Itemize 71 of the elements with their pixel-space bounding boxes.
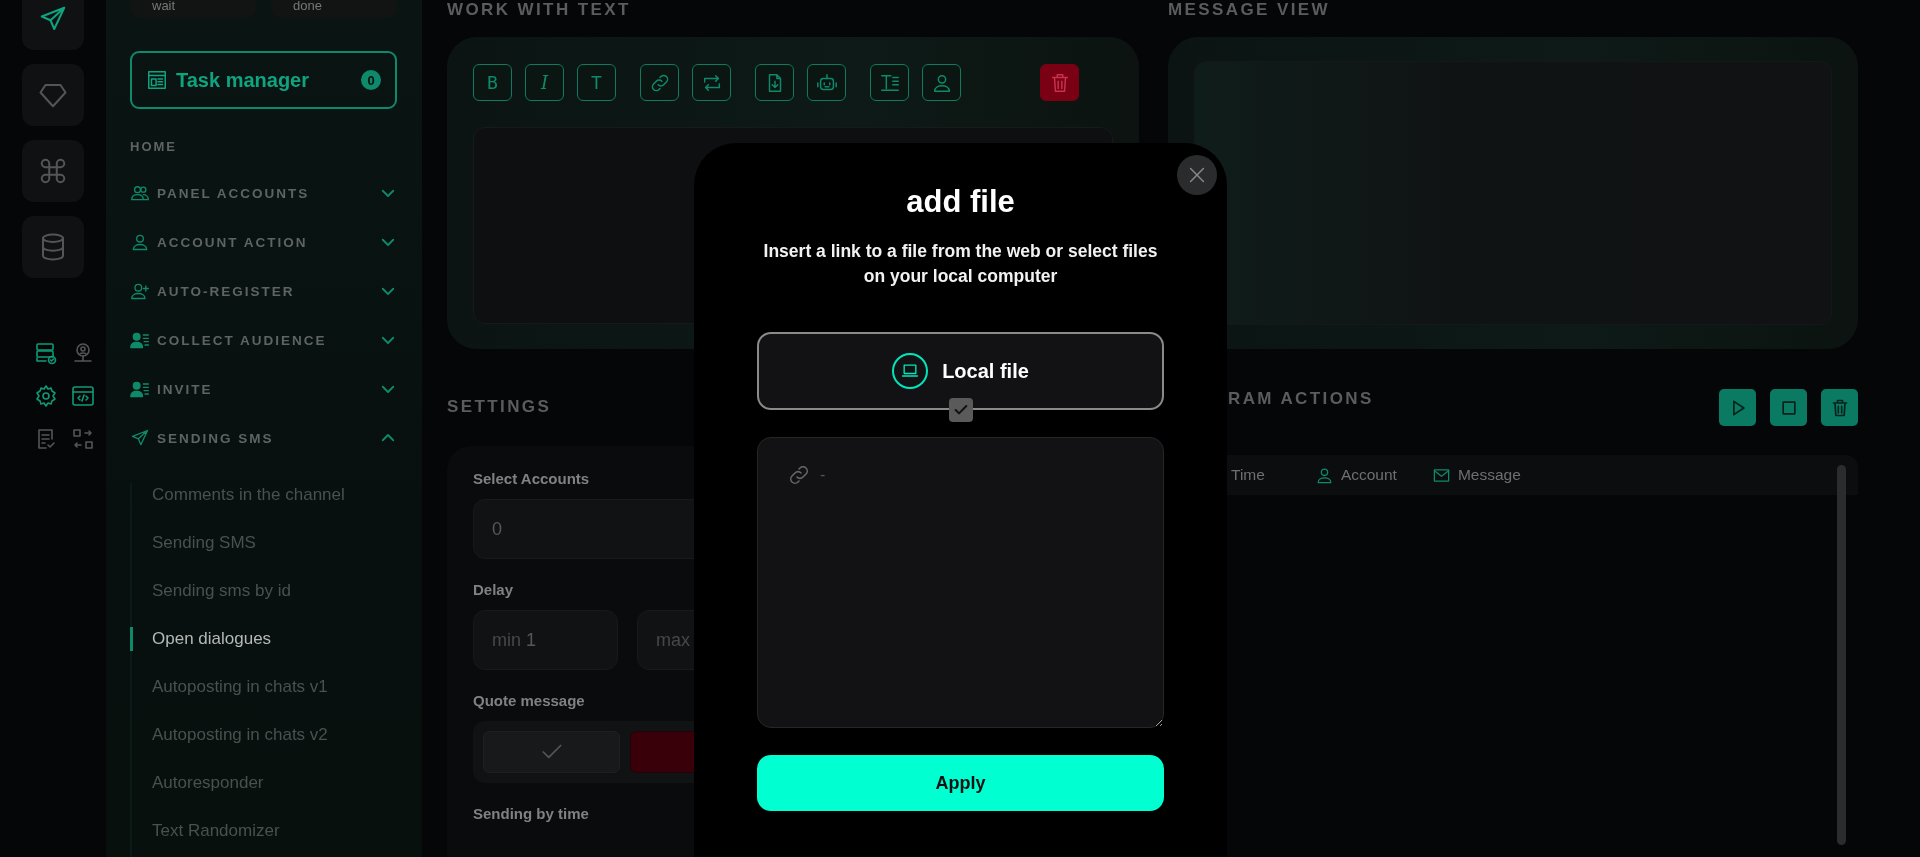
sidebar-item[interactable]: Sending sms by id (130, 579, 397, 603)
field-label: Delay (473, 581, 514, 598)
section-header[interactable]: COLLECT AUDIENCE (157, 332, 372, 348)
section-title: MESSAGE VIEW (1168, 0, 1330, 20)
user-icon[interactable] (71, 341, 95, 365)
home-link[interactable]: HOME (130, 139, 177, 154)
section-header[interactable]: PANEL ACCOUNTS (157, 185, 372, 201)
close-button[interactable] (1177, 155, 1217, 195)
field-label: Select Accounts (473, 470, 590, 487)
section-title: SETTINGS (447, 397, 552, 417)
laptop-icon (892, 353, 929, 389)
link-icon (787, 463, 811, 487)
count-badge: 0 (361, 70, 381, 90)
dialog-description: Insert a link to a file from the web or select files on your local computer (762, 240, 1159, 288)
format-button[interactable] (807, 64, 846, 101)
field-label: Sending by time (473, 805, 589, 822)
sidebar-item[interactable]: Autoposting in chats v2 (130, 723, 397, 747)
play-button[interactable] (1719, 389, 1756, 426)
settings-icon[interactable] (34, 384, 58, 408)
task-manager-button[interactable]: Task manager 0 (130, 51, 397, 109)
sidebar-item[interactable]: Autoresponder (130, 771, 397, 795)
section-header[interactable]: INVITE (157, 381, 372, 397)
stop-button[interactable] (1770, 389, 1807, 426)
rail-button[interactable] (22, 140, 84, 202)
delete-button[interactable] (1040, 64, 1079, 101)
sidebar-item[interactable]: Autoposting in chats v1 (130, 675, 397, 699)
section-header[interactable]: AUTO-REGISTER (157, 283, 372, 299)
server-icon[interactable] (34, 341, 58, 365)
scrollbar[interactable] (1837, 465, 1846, 845)
link-field[interactable]: - (757, 437, 1164, 728)
format-button[interactable] (640, 64, 679, 101)
send-icon (130, 428, 150, 448)
rail-button[interactable] (22, 216, 84, 278)
field-label: Quote message (473, 692, 585, 709)
column-header: Time (1231, 466, 1265, 484)
command-icon (38, 156, 68, 186)
task-icon (146, 69, 168, 91)
user-list-icon (130, 379, 150, 399)
apply-button[interactable]: Apply (757, 755, 1164, 811)
checkbox[interactable] (948, 398, 973, 422)
trash-button[interactable] (1821, 389, 1858, 426)
sidebar-item[interactable]: Sending SMS (130, 531, 397, 555)
format-button[interactable]: I (525, 64, 564, 101)
format-button[interactable] (692, 64, 731, 101)
sidebar-item[interactable]: Text Randomizer (130, 819, 397, 843)
status-field: done (271, 0, 397, 18)
column-header: Message (1457, 466, 1521, 484)
users-icon (130, 183, 150, 203)
user-icon (130, 232, 150, 252)
toggle-option[interactable] (483, 731, 620, 773)
section-header[interactable]: ACCOUNT ACTION (157, 234, 372, 250)
status-field: wait (130, 0, 256, 18)
column-header: Account (1340, 466, 1397, 484)
rail-button[interactable] (22, 0, 84, 50)
format-button[interactable]: B (473, 64, 512, 101)
format-button[interactable] (755, 64, 794, 101)
format-button[interactable] (870, 64, 909, 101)
dialog-title: add file (906, 183, 1015, 221)
format-button[interactable]: T (577, 64, 616, 101)
local-file-button[interactable]: Local file (757, 332, 1164, 410)
format-button[interactable] (922, 64, 961, 101)
user-add-icon (130, 281, 150, 301)
sidebar-item[interactable]: Comments in the channel (130, 483, 397, 507)
user-list-icon (130, 330, 150, 350)
rail-button[interactable] (22, 64, 84, 126)
code-icon[interactable] (71, 384, 95, 408)
section-header[interactable]: SENDING SMS (157, 430, 372, 446)
section-title: RAM ACTIONS (1227, 389, 1374, 409)
swap-icon[interactable] (71, 427, 95, 451)
sidebar-item[interactable]: Open dialogues (130, 627, 397, 651)
section-title: WORK WITH TEXT (447, 0, 631, 20)
